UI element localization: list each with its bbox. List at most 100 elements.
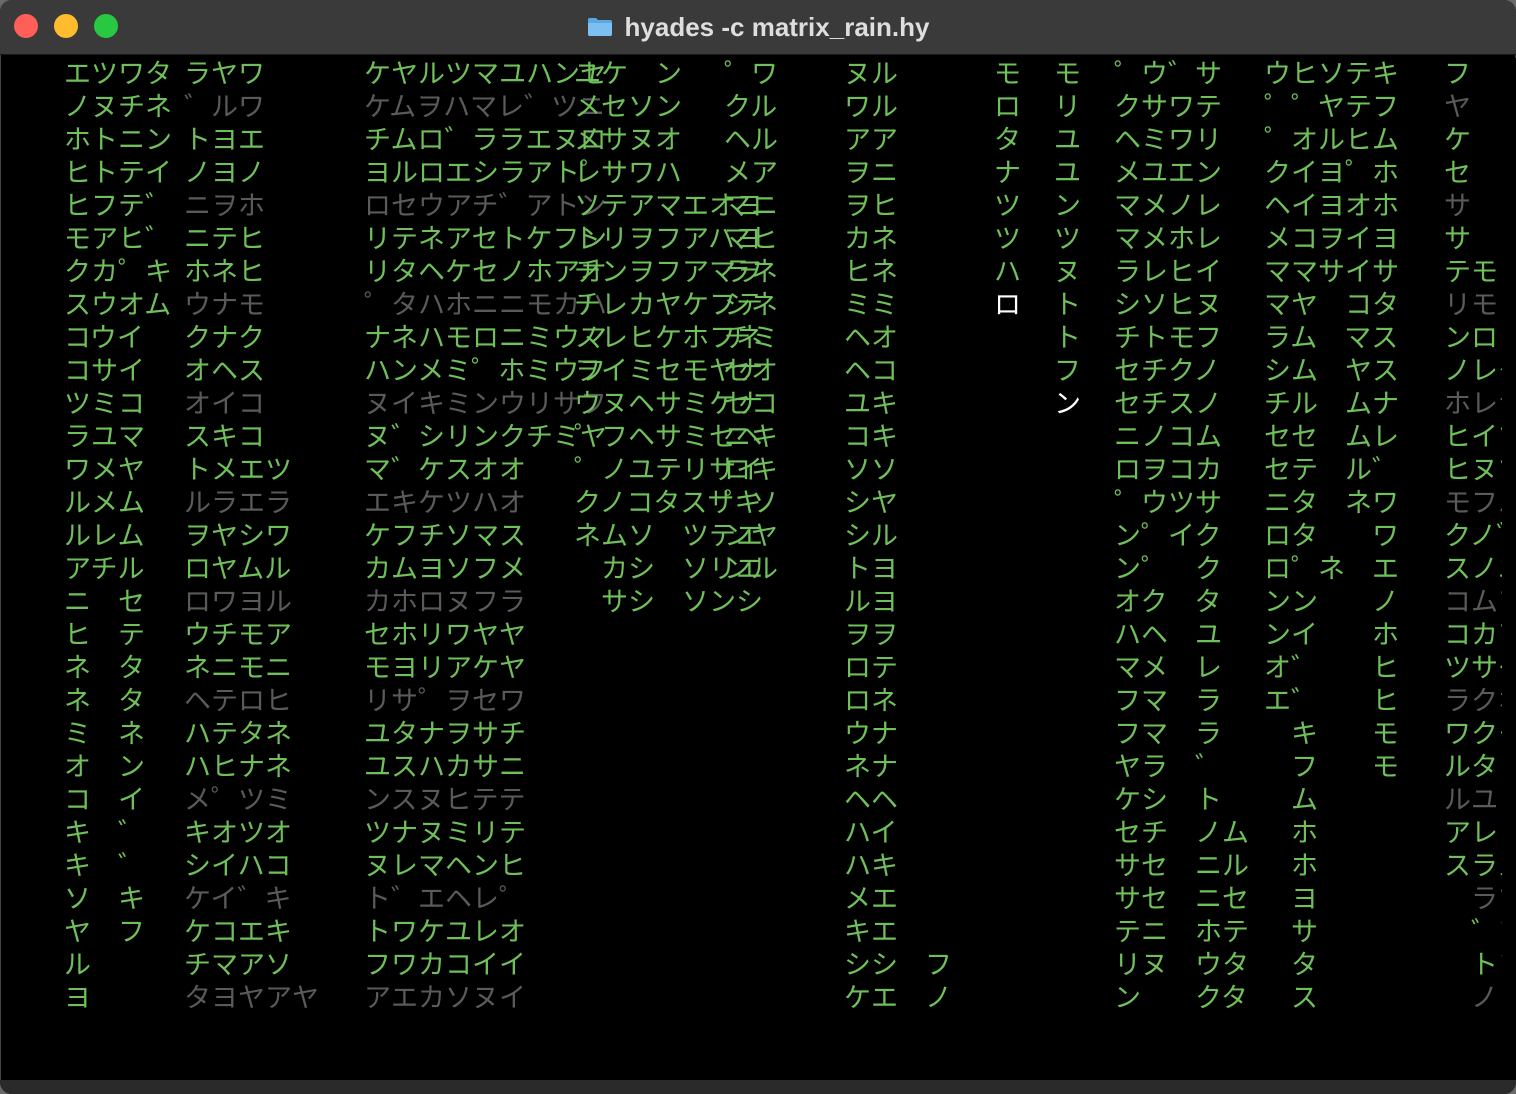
rain-line: モ [1054,59,1081,90]
rain-line: クル [724,92,778,123]
rain-line: ヨ [64,983,91,1014]
rain-line: ロキ [724,455,778,486]
rain-line: ルヨ [844,587,898,618]
rain-line: ヒ テ [64,620,145,651]
rain-line: ンイ ホ [1264,620,1399,651]
rain-line: ヒヌツ [1444,455,1502,486]
rain-line: ケヤルツマユハンセ [364,59,607,90]
rain-line: フ モ [1264,752,1399,783]
rain-line: スラス [1444,851,1502,882]
rain-line: リタヘケセノホアオ [364,257,607,288]
rain-line: リサ゜ヲセワ [364,686,526,717]
terminal-window: hyades -c matrix_rain.hy エツワタ ノヌチネ ホトニン ヒトテ… [0,0,1516,1094]
rain-line: ユスハカサニ [364,752,526,783]
rain-line: トヨ [844,554,898,585]
rain-line: ロヲコカ [1114,455,1222,486]
rain-line: ヤ フ [64,917,145,948]
rain-line: コカア [1444,620,1502,651]
rain-line: カムヨソフメ [364,554,526,585]
rain-line: ケムヲハマレ゛ツニ [364,92,606,123]
rain-line: ラツ [1470,884,1502,915]
rain-line: ヲニ [844,158,898,189]
rain-line: メ゜ツミ [184,785,292,816]
rain-line: メコヲイヨ [1264,224,1399,255]
rain-line: セ [1444,158,1471,189]
rain-line: ニ セ [64,587,145,618]
rain-line: ロ [994,92,1021,123]
rain-line: クサワテ [1114,92,1222,123]
rain-line: チル ムナ [1264,389,1399,420]
rain-line: サセ ニセ [1114,884,1249,915]
rain-line: ユキ [844,389,898,420]
rain-line: タヨヤアヤ [184,983,319,1014]
rain-line: ママサイサ [1264,257,1399,288]
rain-line: コキ [844,422,898,453]
rain-line: チトモフ [1114,323,1222,354]
rain-line: トワケユレオ [364,917,526,948]
rain-line: オク タ [1114,587,1222,618]
title-bar[interactable]: hyades -c matrix_rain.hy [0,0,1516,55]
rain-line: ケ [1444,125,1471,156]
rain-line: ミミ [844,290,898,321]
rain-column-3: ケヤルツマユハンセ ケムヲハマレ゛ツニ チムロ゛ララエヌロ ヨルロエシラアト゜ ロセウア… [364,58,607,1015]
rain-line: オ゛ ヒ [1264,653,1399,684]
rain-line: ケイ゛キ [184,884,292,915]
rain-line: ルメム [64,488,145,519]
rain-line: マヒ [724,224,778,255]
rain-line: セチクノ [1114,356,1221,387]
rain-line: ナ [994,158,1021,189]
rain-line: ンロ [1444,323,1498,354]
rain-line: ヒフテ゛ [64,191,172,222]
rain-line: ン゜ ク [1114,554,1222,585]
rain-line: カネ [844,224,898,255]
rain-line: ケシ ト [1114,785,1222,816]
rain-line: ノヨノ [184,158,265,189]
rain-line: メユエン [1114,158,1222,189]
rain-line: ソソ [844,455,898,486]
rain-line: コ イ [64,785,145,816]
rain-line: クナク [184,323,265,354]
rain-line: ニタ ネワ [1264,488,1399,519]
rain-line: トソ [1470,950,1502,981]
rain-line: ゜゜ヤテフ [1264,92,1399,123]
rain-line: ロタ ワ [1264,521,1399,552]
rain-line: スノエ [1444,554,1502,585]
rain-line: セテ ル゛ [1264,455,1399,486]
rain-line: ンル [724,554,778,585]
terminal-content[interactable]: エツワタ ノヌチネ ホトニン ヒトテイ ヒフテ゛ モアヒ゛ クカ゜キ スウオム コウイ コサイ ツミ… [14,58,1502,1080]
rain-line: ヤラ ゛ [1114,752,1222,783]
rain-column-7: モロタナツツハロ [994,58,1021,322]
rain-line: ンン ノ [1264,587,1399,618]
rain-line: ケフチソマス [364,521,526,552]
rain-line: ルレム [64,521,145,552]
rain-line: サセ ニル [1114,851,1249,882]
rain-line: セチ ノム [1114,818,1249,849]
rain-line: ヲヤシワ [184,521,292,552]
rain-line: サ [1264,917,1399,948]
rain-line: ヘオ [844,323,898,354]
rain-line: ロワヨル [184,587,292,618]
rain-line: アレリ [1444,818,1502,849]
rain-line: リテネアセトケフン [364,224,607,255]
rain-line: チミ [724,323,778,354]
rain-line: シイハコ [184,851,292,882]
rain-line: ン [1054,389,1081,420]
rain-line: ゛ルワ [184,92,265,123]
rain-line: ネ タ [64,686,145,717]
rain-line: ウナモ [184,290,265,321]
rain-line: フ [1054,356,1081,387]
rain-line: サ [1444,224,1471,255]
rain-line: モフハ [1444,488,1502,519]
rain-line: ゜オルヒム [1264,125,1399,156]
rain-line: ルタミ [1444,752,1502,783]
rain-line: ニヲホ [184,191,265,222]
rain-line: ノレタ [1444,356,1502,387]
rain-line: ワメヤ [64,455,145,486]
window-bottom-edge [0,1080,1516,1094]
rain-line: テモ [1444,257,1498,288]
rain-line: ホレナ [1444,389,1502,420]
rain-line: ヘミワリ [1114,125,1222,156]
rain-line: フワカコイイ [364,950,526,981]
rain-line: ロネ [844,686,898,717]
rain-line: ユ [1054,125,1081,156]
